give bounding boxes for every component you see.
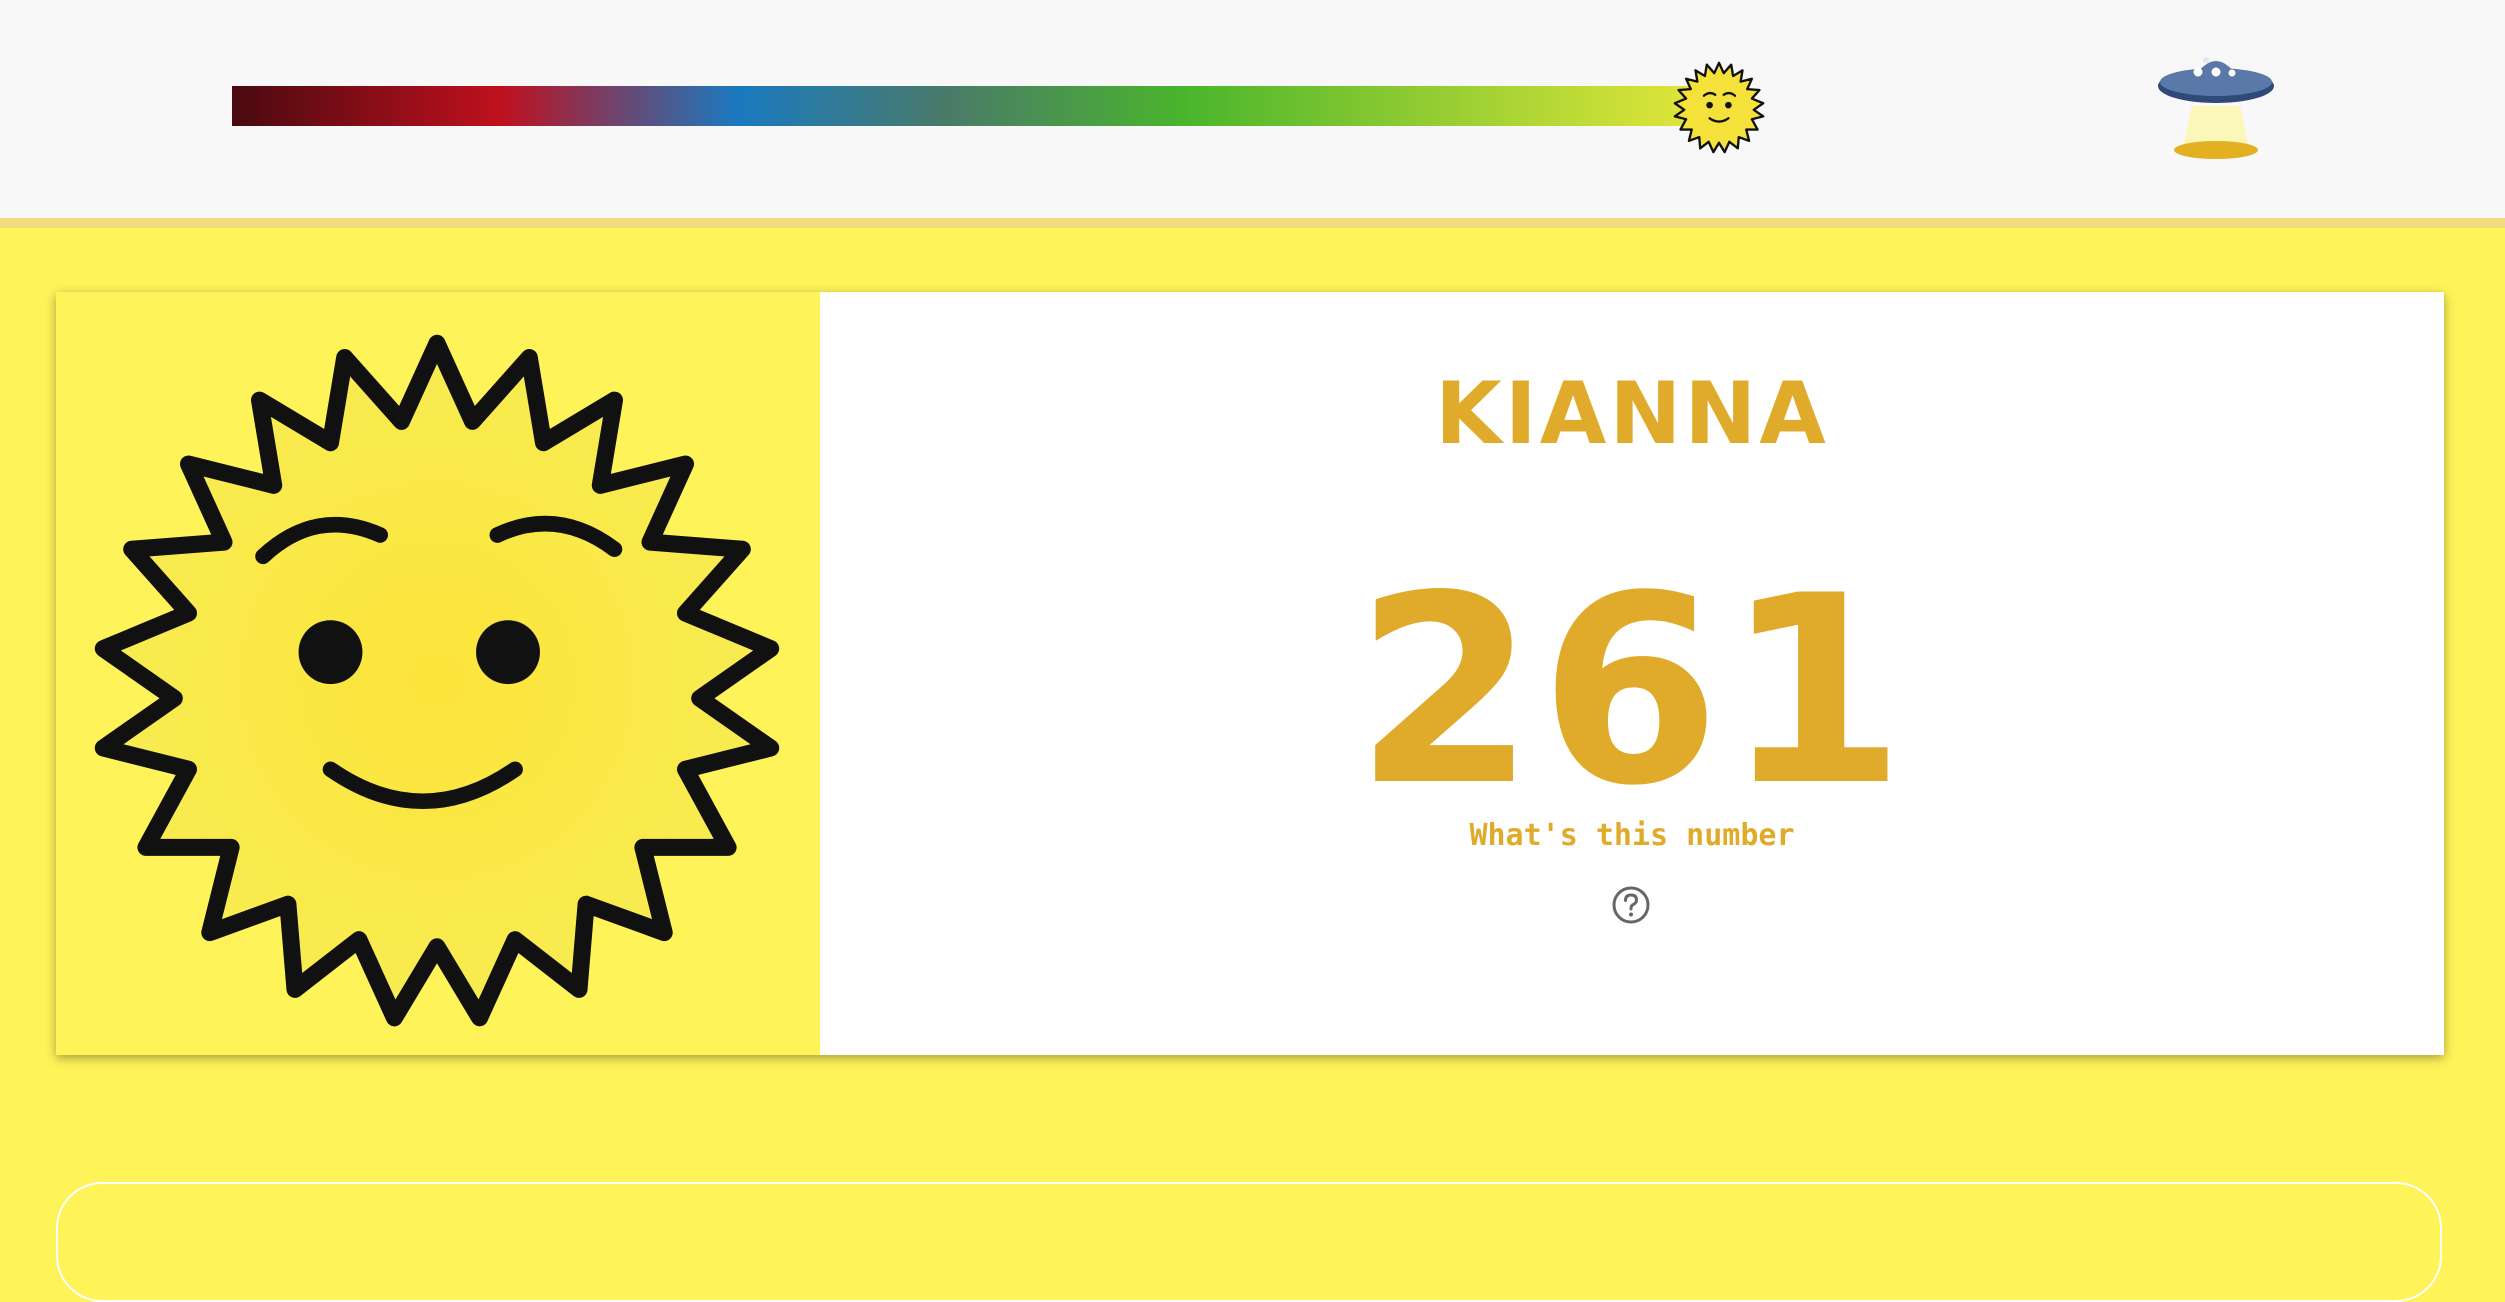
profile-card: KIANNA 261 What's this number (56, 292, 2444, 1055)
sun-face-icon (1673, 61, 1765, 154)
smiling-sun-icon (94, 334, 780, 1027)
ufo-icon[interactable] (2154, 42, 2278, 166)
top-bar (0, 0, 2505, 228)
number-help-link[interactable]: What's this number (820, 818, 2444, 853)
profile-name: KIANNA (1435, 364, 1829, 464)
avatar-panel (56, 292, 820, 1055)
question-circle-icon[interactable] (1611, 885, 1651, 925)
color-scale-bar (232, 86, 1720, 126)
profile-number: 261 (1354, 541, 1910, 843)
lower-panel (56, 1182, 2442, 1302)
